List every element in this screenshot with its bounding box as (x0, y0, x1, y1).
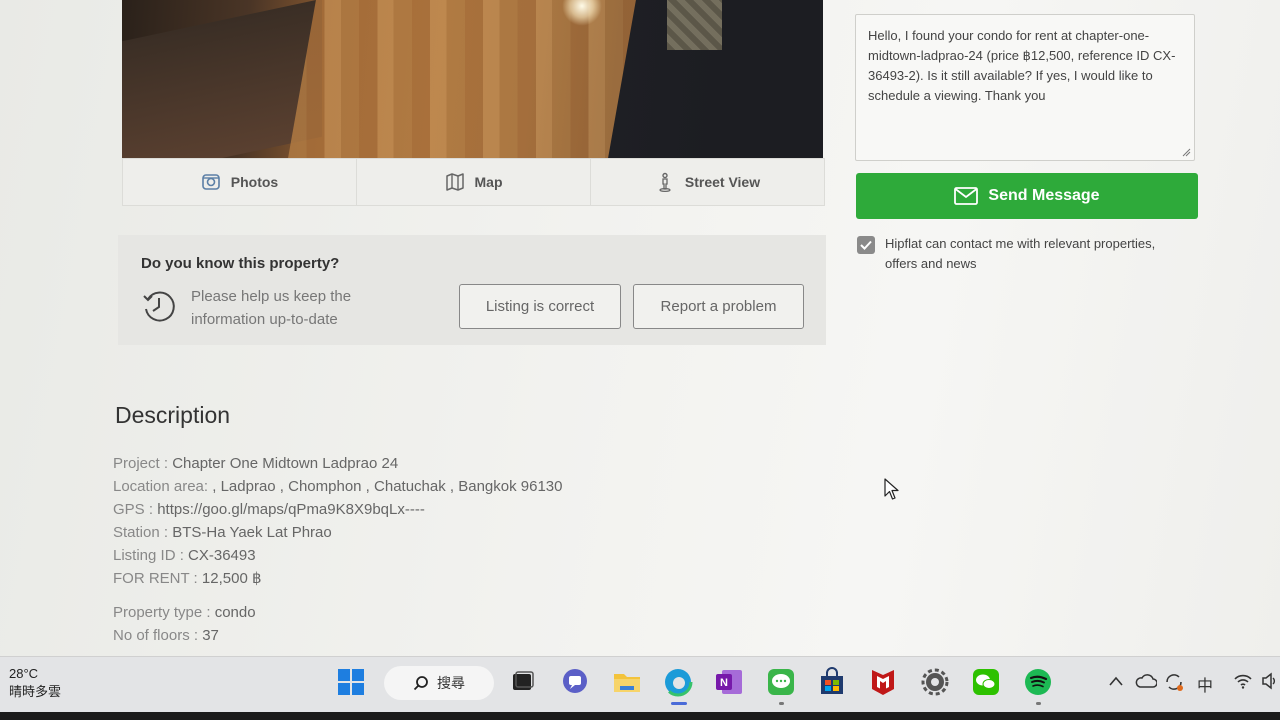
task-view-icon[interactable] (508, 667, 538, 697)
know-property-box: Do you know this property? Please help u… (118, 235, 826, 345)
consent-label[interactable]: Hipflat can contact me with relevant pro… (885, 234, 1185, 274)
ime-indicator[interactable]: 中 (1197, 672, 1213, 696)
tab-photos[interactable]: Photos (123, 159, 357, 205)
description-list: Project : Chapter One Midtown Ladprao 24… (113, 452, 563, 647)
microsoft-store-icon[interactable] (817, 667, 847, 697)
send-message-label: Send Message (988, 187, 1100, 204)
mcafee-icon[interactable] (868, 667, 898, 697)
media-tabs: Photos Map Street View (122, 158, 825, 206)
tab-street-view[interactable]: Street View (591, 159, 824, 205)
report-problem-button[interactable]: Report a problem (633, 284, 804, 329)
weather-condition: 晴時多雲 (9, 684, 62, 699)
message-textarea[interactable]: Hello, I found your condo for rent at ch… (855, 14, 1195, 161)
svg-text:N: N (720, 677, 728, 689)
search-icon (413, 676, 428, 691)
windows-start-icon[interactable] (336, 667, 366, 697)
wechat-icon[interactable] (971, 667, 1001, 697)
photo-wall (722, 0, 823, 158)
send-message-button[interactable]: Send Message (856, 173, 1198, 219)
envelope-icon (954, 187, 979, 205)
tab-street-view-label: Street View (684, 174, 761, 190)
spotify-icon[interactable] (1023, 667, 1053, 697)
search-label: 搜尋 (437, 675, 465, 691)
spotify-running-indicator (1036, 702, 1041, 705)
weather-widget[interactable]: 28°C 晴時多雲 (9, 665, 61, 701)
chevron-up-icon[interactable] (1108, 675, 1124, 687)
weather-temperature: 28°C (9, 666, 39, 681)
desc-station: Station : BTS-Ha Yaek Lat Phrao (113, 524, 332, 541)
taskbar: 28°C 晴時多雲 搜尋 N 中 (0, 656, 1280, 712)
tab-photos-label: Photos (230, 174, 279, 190)
listing-correct-button[interactable]: Listing is correct (459, 284, 621, 329)
know-property-text: Please help us keep the information up-t… (191, 288, 352, 328)
screen-bezel (0, 712, 1280, 720)
message-text: Hello, I found your condo for rent at ch… (868, 28, 1176, 103)
web-page: Photos Map Street View Do you know this … (0, 0, 1280, 656)
consent-checkbox[interactable] (857, 236, 875, 254)
history-clock-icon (143, 291, 175, 322)
desc-property-type: Property type : condo (113, 604, 256, 621)
desc-gps[interactable]: GPS : https://goo.gl/maps/qPma9K8X9bqLx-… (113, 498, 563, 521)
mouse-cursor-icon (884, 478, 899, 500)
desc-floors: No of floors : 37 (113, 627, 219, 644)
line-app-icon[interactable] (766, 667, 796, 697)
onedrive-cloud-icon[interactable] (1135, 673, 1157, 689)
edge-browser-icon[interactable] (663, 667, 693, 697)
settings-gear-icon[interactable] (920, 667, 950, 697)
resize-grip-icon[interactable] (1181, 147, 1191, 157)
desc-project: Project : Chapter One Midtown Ladprao 24 (113, 455, 399, 472)
teams-chat-icon[interactable] (560, 667, 590, 697)
sync-icon[interactable] (1163, 671, 1185, 693)
desc-gap (113, 590, 563, 601)
know-property-title: Do you know this property? (141, 255, 340, 272)
street-view-icon (659, 172, 671, 192)
property-photo[interactable] (122, 0, 823, 158)
desc-listing-id: Listing ID : CX-36493 (113, 547, 256, 564)
wifi-icon[interactable] (1233, 672, 1253, 690)
tab-map-label: Map (474, 174, 503, 190)
line-running-indicator (779, 702, 784, 705)
edge-active-indicator (671, 702, 687, 705)
checkmark-icon (860, 240, 872, 250)
file-explorer-icon[interactable] (612, 667, 642, 697)
map-icon (445, 173, 464, 191)
volume-icon[interactable] (1261, 672, 1277, 690)
tab-map[interactable]: Map (357, 159, 591, 205)
camera-icon (201, 174, 220, 190)
taskbar-search[interactable]: 搜尋 (384, 666, 494, 700)
description-title: Description (115, 402, 231, 428)
onenote-icon[interactable]: N (714, 667, 744, 697)
desc-for-rent: FOR RENT : 12,500 ฿ (113, 570, 262, 587)
desc-location: Location area: , Ladprao , Chomphon , Ch… (113, 478, 563, 495)
